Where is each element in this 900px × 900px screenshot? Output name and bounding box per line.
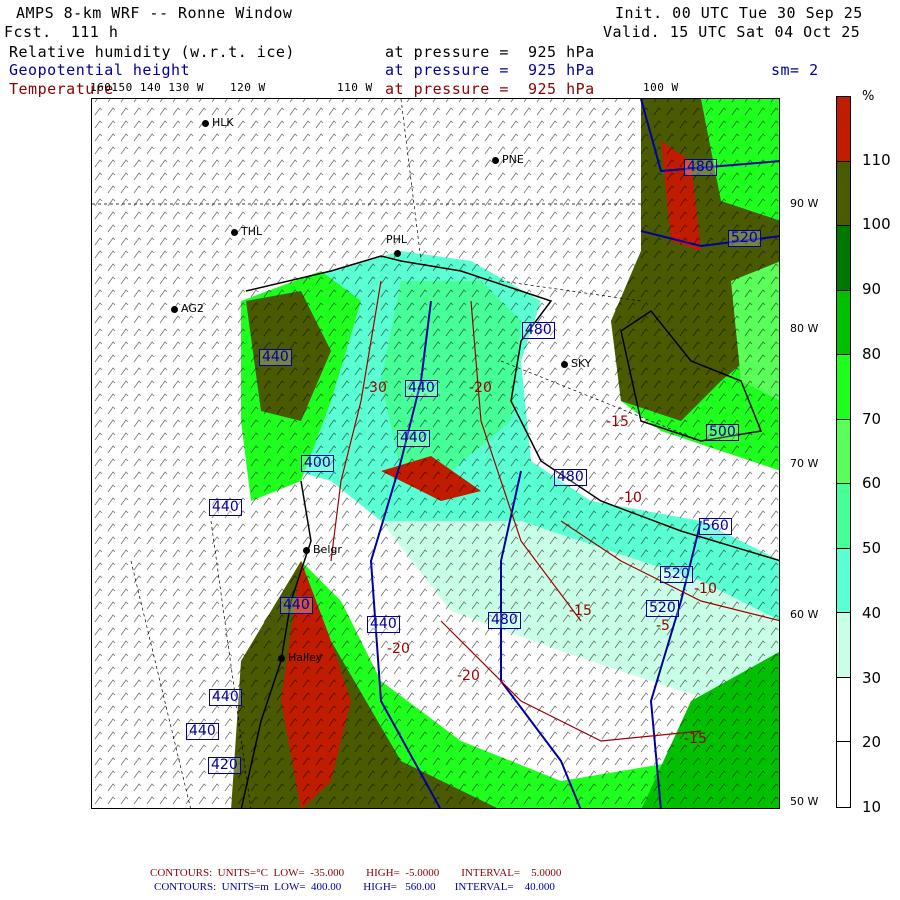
height-contour-label: 480 (684, 159, 717, 176)
rh-field-layer (92, 99, 779, 808)
colorbar-segment (837, 548, 850, 614)
colorbar-segment (837, 97, 850, 162)
colorbar-segment (837, 290, 850, 356)
temperature-contour-label: -15 (606, 414, 629, 430)
colorbar-segment (837, 419, 850, 485)
station-ag2[interactable]: AG2 (171, 302, 204, 315)
colorbar-label: 80 (862, 344, 882, 363)
colorbar-segment (837, 484, 850, 549)
station-marker-icon (394, 249, 401, 257)
temperature-contour-label: -10 (694, 581, 717, 597)
field-height-level: at pressure = 925 hPa (385, 61, 595, 79)
station-marker-icon (492, 156, 499, 164)
height-contour-info: CONTOURS: UNITS=m LOW= 400.00 HIGH= 560.… (154, 881, 555, 893)
temperature-contour-label: -20 (469, 380, 492, 396)
height-contour-label: 500 (706, 424, 739, 441)
height-contour-label: 440 (367, 616, 400, 633)
station-pne[interactable]: PNE (492, 153, 524, 166)
colorbar-segment (837, 226, 850, 291)
height-contour-label: 560 (699, 518, 732, 535)
forecast-hour: Fcst. 111 h (4, 23, 119, 41)
lon-label: 160150 140 130 W (90, 81, 204, 94)
height-contour-label: 440 (209, 499, 242, 516)
colorbar-label: 60 (862, 474, 882, 493)
lat-label: 50 W (790, 795, 819, 808)
colorbar-label: 110 (862, 150, 891, 169)
height-contour-label: 420 (208, 757, 241, 774)
lat-label: 70 W (790, 457, 819, 470)
height-contour-label: 440 (186, 723, 219, 740)
lon-label: 100 W (643, 81, 679, 94)
height-contour-label: 440 (209, 689, 242, 706)
colorbar-label: 90 (862, 280, 882, 299)
lat-label: 60 W (790, 608, 819, 621)
height-contour-label: 440 (280, 597, 313, 614)
colorbar-label: 20 (862, 733, 882, 752)
colorbar-segment (837, 161, 850, 227)
height-contour-label: 480 (522, 322, 555, 339)
temperature-contour-label: -20 (387, 641, 410, 657)
colorbar-label: 50 (862, 539, 882, 558)
colorbar-segment (837, 677, 850, 743)
station-halley[interactable]: Halley (278, 651, 322, 664)
colorbar-label: 40 (862, 603, 882, 622)
station-hlk[interactable]: HLK (202, 116, 234, 129)
station-marker-icon (231, 228, 238, 236)
station-sky[interactable]: SKY (561, 357, 592, 370)
temperature-contour-label: -30 (364, 380, 387, 396)
colorbar-segment (837, 742, 850, 807)
temperature-contour-info: CONTOURS: UNITS=°C LOW= -35.000 HIGH= -5… (150, 867, 562, 879)
station-marker-icon (171, 305, 178, 313)
colorbar-segment (837, 355, 850, 420)
height-contour-label: 480 (488, 612, 521, 629)
lon-label: 110 W (337, 81, 373, 94)
height-contour-label: 480 (554, 469, 587, 486)
lat-label: 80 W (790, 322, 819, 335)
temperature-contour-label: -15 (684, 731, 707, 747)
colorbar-label: 70 (862, 409, 882, 428)
field-height-name: Geopotential height (9, 61, 191, 79)
map-plot-area[interactable]: HLK PNE THL PHL AG2 SKY Belgr Halley 480… (91, 98, 780, 809)
colorbar-label: 100 (862, 215, 891, 234)
height-contour-label: 440 (397, 430, 430, 447)
station-marker-icon (303, 546, 310, 554)
lat-label: 90 W (790, 197, 819, 210)
station-marker-icon (202, 119, 209, 127)
field-rh-name: Relative humidity (w.r.t. ice) (9, 43, 295, 61)
temperature-contour-label: -20 (457, 668, 480, 684)
station-phl[interactable]: PHL (386, 233, 407, 259)
height-contour-label: 400 (301, 455, 334, 472)
colorbar-segment (837, 613, 850, 678)
colorbar-unit: % (862, 89, 875, 104)
height-contour-label: 520 (728, 230, 761, 247)
smoothing-label: sm= 2 (771, 61, 819, 79)
station-thl[interactable]: THL (231, 225, 262, 238)
init-time: Init. 00 UTC Tue 30 Sep 25 (615, 4, 863, 22)
height-contour-label: 520 (646, 600, 679, 617)
height-contour-label: 520 (660, 566, 693, 583)
field-rh-level: at pressure = 925 hPa (385, 43, 595, 61)
height-contour-label: 440 (259, 349, 292, 366)
station-marker-icon (278, 654, 285, 662)
station-marker-icon (561, 360, 568, 368)
colorbar-label: 10 (862, 798, 882, 816)
weather-map-page: AMPS 8-km WRF -- Ronne Window Fcst. 111 … (0, 0, 900, 900)
colorbar-label: 30 (862, 668, 882, 687)
temperature-contour-label: -15 (569, 603, 592, 619)
temperature-contour-label: -5 (656, 618, 670, 634)
map-title: AMPS 8-km WRF -- Ronne Window (16, 4, 293, 22)
station-belgrano[interactable]: Belgr (303, 543, 342, 556)
field-temp-level: at pressure = 925 hPa (385, 80, 595, 98)
rh-colorbar (836, 96, 851, 808)
lon-label: 120 W (230, 81, 266, 94)
temperature-contour-label: -10 (619, 490, 642, 506)
height-contour-label: 440 (405, 380, 438, 397)
valid-time: Valid. 15 UTC Sat 04 Oct 25 (603, 23, 861, 41)
